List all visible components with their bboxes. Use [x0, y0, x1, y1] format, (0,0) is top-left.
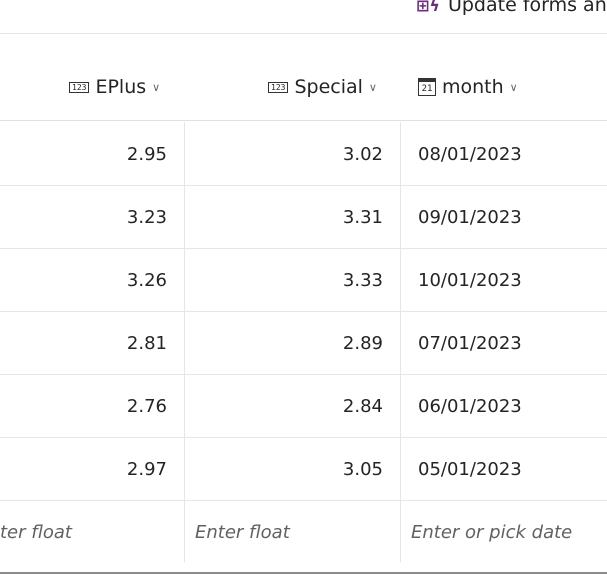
- table-row[interactable]: 2.81 2.89 07/01/2023: [0, 312, 607, 375]
- special-cell[interactable]: 3.31: [185, 186, 383, 248]
- month-input[interactable]: Enter or pick date: [411, 501, 572, 563]
- table-row[interactable]: 2.95 3.02 08/01/2023: [0, 123, 607, 186]
- column-divider: [400, 122, 401, 562]
- chevron-down-icon[interactable]: ∨: [369, 81, 377, 94]
- column-header-eplus[interactable]: 123 EPlus ∨: [69, 76, 160, 98]
- chevron-down-icon[interactable]: ∨: [510, 81, 518, 94]
- special-cell[interactable]: 3.02: [185, 123, 383, 185]
- table-row[interactable]: 2.97 3.05 05/01/2023: [0, 438, 607, 501]
- eplus-cell[interactable]: 2.81: [0, 312, 167, 374]
- table-row[interactable]: 3.23 3.31 09/01/2023: [0, 186, 607, 249]
- form-lightning-icon: ⊞ϟ: [416, 0, 440, 15]
- column-label: EPlus: [95, 76, 147, 98]
- update-forms-label: Update forms an: [447, 0, 607, 16]
- column-label: Special: [294, 76, 363, 98]
- special-input[interactable]: Enter float: [195, 501, 290, 563]
- calendar-icon: 21: [418, 78, 436, 96]
- number-icon: 123: [268, 81, 289, 93]
- chevron-down-icon[interactable]: ∨: [152, 81, 160, 94]
- table-row[interactable]: 2.76 2.84 06/01/2023: [0, 375, 607, 438]
- month-cell[interactable]: 06/01/2023: [418, 375, 522, 437]
- eplus-input[interactable]: ter float: [0, 501, 72, 563]
- update-forms-button[interactable]: ⊞ϟ Update forms an: [416, 0, 607, 16]
- special-cell[interactable]: 3.05: [185, 438, 383, 500]
- column-label: month: [442, 76, 504, 98]
- month-cell[interactable]: 05/01/2023: [418, 438, 522, 500]
- special-cell[interactable]: 3.33: [185, 249, 383, 311]
- column-header-month[interactable]: 21 month ∨: [418, 76, 518, 98]
- eplus-cell[interactable]: 3.26: [0, 249, 167, 311]
- month-cell[interactable]: 08/01/2023: [418, 123, 522, 185]
- special-cell[interactable]: 2.89: [185, 312, 383, 374]
- month-cell[interactable]: 10/01/2023: [418, 249, 522, 311]
- number-icon: 123: [69, 81, 90, 93]
- month-cell[interactable]: 07/01/2023: [418, 312, 522, 374]
- eplus-cell[interactable]: 2.95: [0, 123, 167, 185]
- top-toolbar: ⊞ϟ Update forms an: [0, 0, 607, 34]
- eplus-cell[interactable]: 2.76: [0, 375, 167, 437]
- table-row[interactable]: 3.26 3.33 10/01/2023: [0, 249, 607, 312]
- column-header-special[interactable]: 123 Special ∨: [268, 76, 377, 98]
- column-divider: [184, 122, 185, 562]
- month-cell[interactable]: 09/01/2023: [418, 186, 522, 248]
- new-row: ter float Enter float Enter or pick date: [0, 501, 607, 563]
- special-cell[interactable]: 2.84: [185, 375, 383, 437]
- eplus-cell[interactable]: 3.23: [0, 186, 167, 248]
- eplus-cell[interactable]: 2.97: [0, 438, 167, 500]
